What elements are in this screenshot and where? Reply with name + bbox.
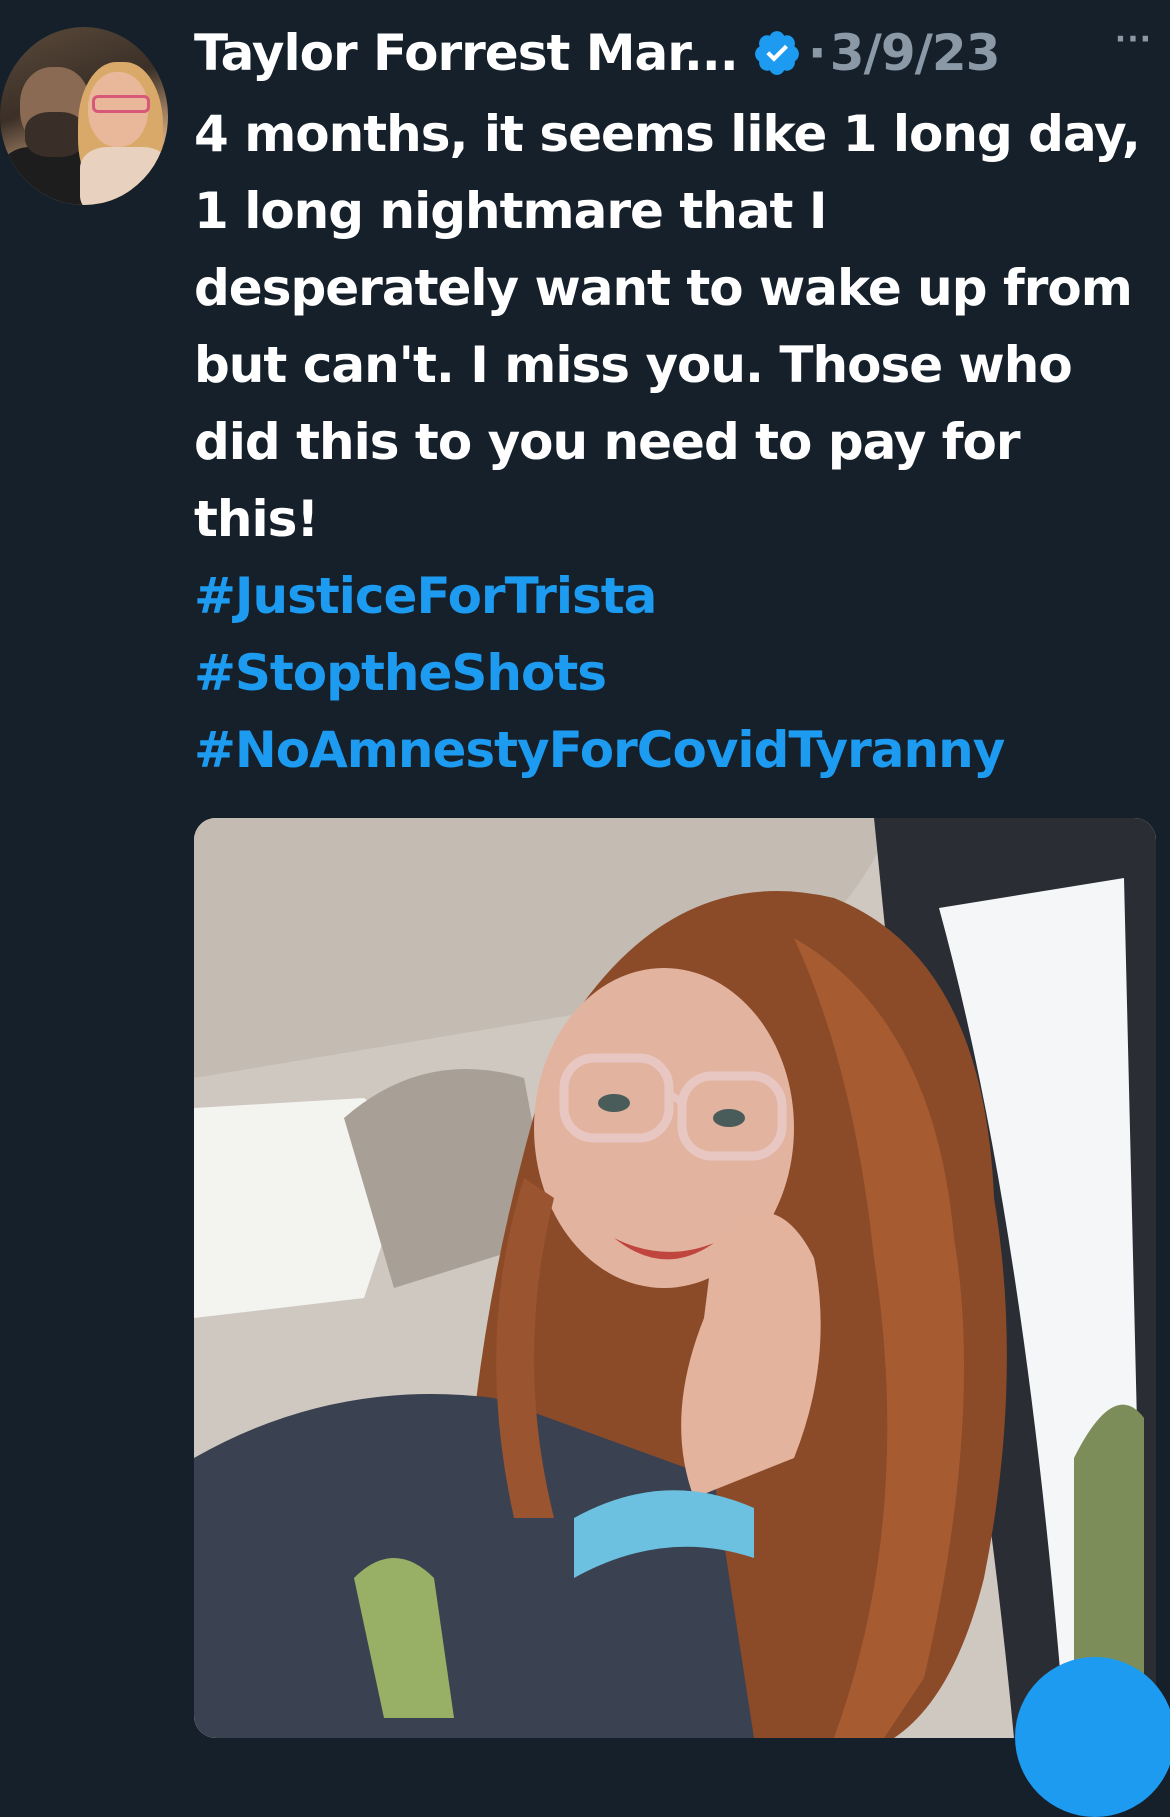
verified-badge-icon <box>754 31 799 75</box>
tweet-date[interactable]: 3/9/23 <box>830 24 1001 82</box>
hashtag-link[interactable]: #NoAmnestyForCovidTyranny <box>194 712 1154 789</box>
avatar-person-1-beard <box>25 112 85 157</box>
tweet-body: 4 months, it seems like 1 long day, 1 lo… <box>194 96 1154 789</box>
photo-selfie-illustration <box>194 818 1156 1738</box>
avatar-glasses <box>92 95 150 113</box>
hashtag-link[interactable]: #JusticeForTrista <box>194 558 1154 635</box>
compose-button[interactable] <box>1015 1657 1170 1817</box>
more-horizontal-icon[interactable]: ··· <box>1115 22 1152 57</box>
tweet-header: Taylor Forrest Mar... · 3/9/23 <box>194 18 1170 88</box>
hashtag-link[interactable]: #StoptheShots <box>194 635 1154 712</box>
tweet-text: 4 months, it seems like 1 long day, 1 lo… <box>194 105 1157 548</box>
author-name[interactable]: Taylor Forrest Mar... <box>194 24 739 82</box>
author-avatar[interactable] <box>0 27 168 205</box>
avatar-person-2-top <box>80 147 168 205</box>
tweet-photo[interactable] <box>194 818 1156 1738</box>
header-separator: · <box>807 24 827 82</box>
